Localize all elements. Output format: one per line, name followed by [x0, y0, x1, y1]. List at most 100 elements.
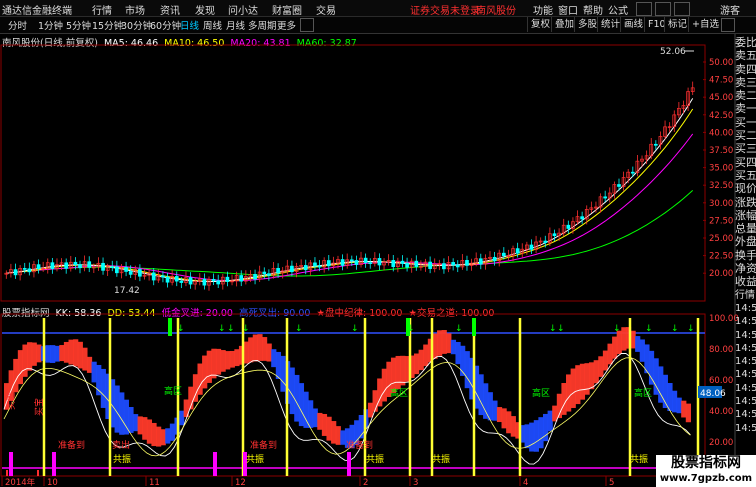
ribbon-segment: [598, 356, 604, 377]
candle-body: [225, 276, 230, 282]
sidebar-item: 买二: [735, 129, 756, 143]
ma10-path: [6, 108, 694, 282]
candle-body: [552, 233, 557, 237]
candle-body: [478, 258, 483, 265]
ribbon-segment: [257, 334, 263, 361]
together-label-4: 共振: [432, 453, 450, 465]
ribbon-segment: [423, 344, 429, 367]
signal-buy-label: 买进: [6, 392, 17, 410]
sidebar-item: 卖四: [735, 62, 756, 76]
watermark-url: www.7gpzb.com: [659, 473, 753, 484]
candle-body: [138, 269, 142, 277]
high-price-annotation: 52.06: [660, 47, 686, 57]
indicator-tick-label: 40.00: [709, 407, 733, 417]
ribbon-segment: [575, 365, 581, 405]
candle-body: [267, 273, 271, 276]
candle-body: [290, 265, 294, 273]
sidebar-item: 换手: [735, 248, 756, 262]
ribbon-segment: [372, 390, 378, 412]
ma5-line: [6, 98, 694, 283]
down-arrow-icon: ↓: [557, 324, 565, 334]
sidebar-item: 14:50: [735, 356, 756, 368]
ribbon-segment: [294, 374, 300, 422]
ribbon-segment: [492, 400, 498, 421]
candle-body: [442, 263, 446, 270]
ribbon-segment: [225, 351, 231, 370]
ribbon-segment: [59, 345, 65, 362]
ribbon-segment: [529, 422, 535, 452]
candle-body: [451, 262, 455, 266]
ribbon-segment: [501, 408, 507, 429]
ribbon-segment: [616, 330, 622, 355]
ma10-line: [6, 108, 694, 282]
sidebar-item: 卖三: [735, 75, 756, 89]
ribbon-segment: [114, 385, 120, 433]
ribbon-segment: [418, 349, 424, 371]
candle-body: [428, 261, 432, 269]
high-zone-label-4: 高区: [634, 387, 652, 399]
price-tick-label: 32.50: [709, 181, 733, 191]
candle-body: [78, 264, 82, 269]
ribbon-segment: [450, 339, 457, 355]
candle-body: [110, 266, 115, 268]
ribbon-segment: [335, 426, 341, 445]
candle-body: [455, 264, 460, 268]
ribbon-segment: [446, 333, 452, 354]
date-tick-label: 4: [523, 478, 528, 487]
quote-sidebar: 委比 卖五 卖四 卖三 卖二 卖一 买一 买二 买三 买四 买五 现价 涨跌 涨幅 总量 外盘 换手 净资 收益 行情…: [735, 36, 756, 435]
ribbon-segment: [331, 421, 337, 444]
sidebar-item: 14:50: [735, 342, 756, 354]
high-zone-label-2: 高区: [390, 387, 408, 399]
ribbon-segment: [455, 341, 461, 365]
sidebar-item: 委比: [735, 36, 756, 49]
candle-body: [400, 260, 405, 264]
ribbon-segment: [524, 424, 530, 449]
price-tick-label: 27.50: [709, 216, 733, 226]
ribbon-segment: [612, 336, 618, 359]
ribbon-segment: [151, 422, 157, 447]
signal-bar-green: [168, 318, 172, 336]
ribbon-segment: [169, 423, 176, 441]
ribbon-segment: [289, 367, 295, 415]
candle-body: [216, 280, 221, 285]
price-tick-label: 37.50: [709, 146, 733, 156]
kk-value-text: 48.06: [700, 389, 726, 399]
candlesticks: [4, 81, 695, 291]
ribbon-segment: [22, 344, 28, 377]
ribbon-segment: [179, 410, 185, 426]
sidebar-item: 14:50: [735, 369, 756, 381]
ribbon-segment: [441, 330, 447, 354]
candle-body: [529, 244, 534, 250]
candle-body: [174, 276, 179, 282]
candle-body: [64, 262, 69, 269]
ribbon-segment: [220, 350, 226, 372]
indicator-tick-label: 80.00: [709, 345, 733, 355]
ribbon-segment: [27, 342, 33, 371]
candle-body: [262, 271, 267, 275]
ribbon-segment: [100, 368, 106, 408]
ribbon-segment: [639, 339, 645, 362]
candle-body: [73, 261, 78, 265]
ribbon-segment: [326, 416, 332, 441]
price-tick-label: 30.00: [709, 199, 733, 209]
ribbon-segment: [156, 426, 162, 447]
sidebar-item: 卖五: [735, 49, 756, 63]
together-label-3: 共振: [366, 453, 384, 465]
ribbon-segment: [298, 383, 305, 427]
ribbon-segment: [68, 339, 74, 365]
ribbon-segment: [602, 350, 609, 371]
date-tick-label: 10: [47, 478, 58, 487]
kline-chart[interactable]: 50.00 47.50 45.00 42.50 40.00 37.50 35.00 32.50…: [0, 0, 756, 487]
candle-body: [405, 263, 409, 268]
sidebar-item: 买四: [735, 155, 756, 169]
candle-body: [414, 260, 419, 267]
candle-body: [128, 271, 133, 275]
sidebar-item: 买五: [735, 168, 756, 182]
ribbon-segment: [681, 400, 687, 418]
price-tick-label: 40.00: [709, 128, 733, 138]
price-tick-label: 50.00: [709, 58, 733, 68]
ribbon-segment: [54, 345, 60, 362]
down-arrow-icon: ↓: [227, 324, 235, 334]
ribbon-segment: [229, 350, 235, 368]
ribbon-segment: [86, 356, 93, 373]
